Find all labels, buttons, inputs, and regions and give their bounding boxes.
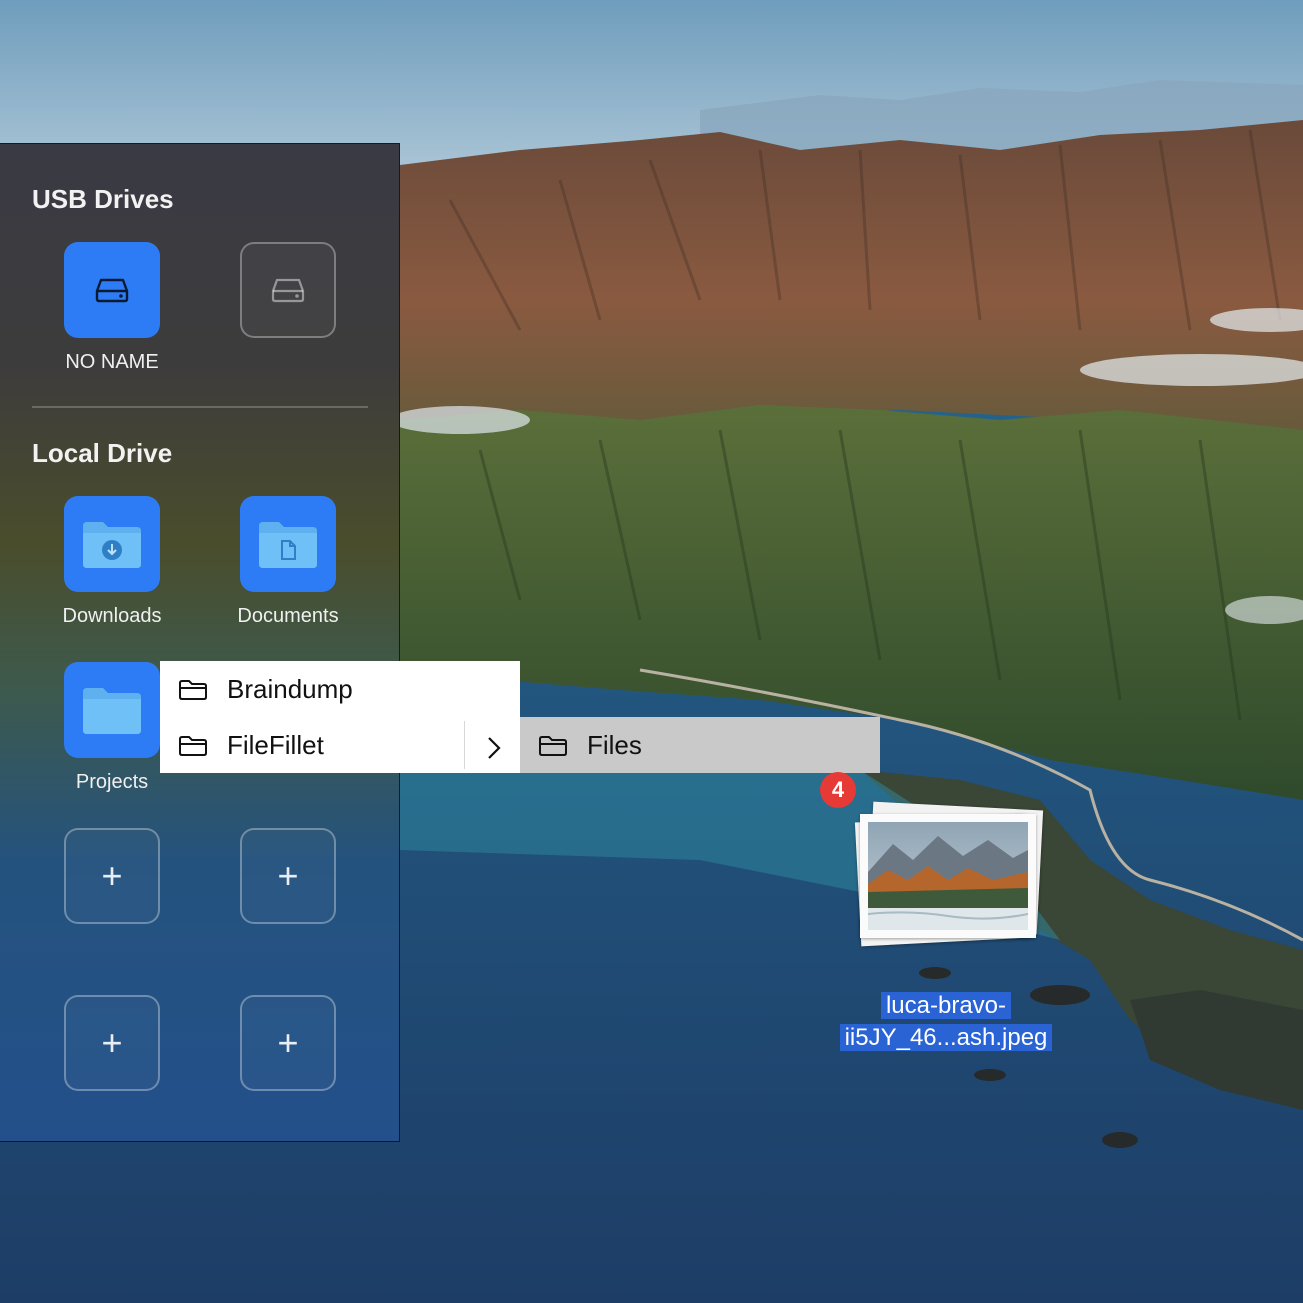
menu-item-braindump[interactable]: Braindump <box>160 661 520 717</box>
plus-icon: + <box>277 855 299 896</box>
drag-count-badge: 4 <box>820 772 856 808</box>
add-slot-button[interactable]: + <box>64 995 160 1091</box>
usb-drives-heading: USB Drives <box>32 184 174 214</box>
menu-item-label: FileFillet <box>227 730 324 760</box>
section-divider <box>32 406 368 408</box>
drive-icon <box>271 278 305 303</box>
folder-outline-icon <box>179 736 207 756</box>
projects-folder[interactable] <box>64 662 160 758</box>
menu-item-filefillet[interactable]: FileFillet <box>160 717 520 773</box>
file-name-line-1: luca-bravo- <box>880 992 1012 1019</box>
documents-folder-icon <box>259 522 317 568</box>
add-slot-button[interactable]: + <box>64 828 160 924</box>
plus-icon: + <box>101 1022 123 1063</box>
plus-icon: + <box>277 1022 299 1063</box>
projects-label: Projects <box>75 771 149 793</box>
drive-icon <box>95 278 129 303</box>
folder-outline-icon <box>539 736 567 756</box>
downloads-label: Downloads <box>62 605 162 627</box>
menu-item-label: Braindump <box>227 674 353 704</box>
file-name-line-2: ii5JY_46...ash.jpeg <box>839 1024 1053 1051</box>
submenu-item-label: Files <box>587 730 642 760</box>
folder-outline-icon <box>179 680 207 700</box>
menu-separator <box>464 721 465 769</box>
file-thumbnail <box>860 814 1036 938</box>
add-slot-button[interactable]: + <box>240 828 336 924</box>
downloads-folder[interactable] <box>64 496 160 592</box>
folder-icon <box>83 688 141 734</box>
submenu-item-files[interactable]: Files <box>520 717 880 773</box>
documents-label: Documents <box>237 605 339 627</box>
documents-folder[interactable] <box>240 496 336 592</box>
usb-drive-empty[interactable] <box>240 242 336 338</box>
dragged-file-stack[interactable] <box>854 801 1046 947</box>
usb-drive-no-name[interactable] <box>64 242 160 338</box>
local-drive-heading: Local Drive <box>32 438 173 468</box>
usb-drive-label: NO NAME <box>65 351 159 373</box>
plus-icon: + <box>101 855 123 896</box>
add-slot-button[interactable]: + <box>240 995 336 1091</box>
drives-panel: USB Drives NO NAME Local Drive Downloads <box>0 143 400 1142</box>
photo-thumbnail-icon <box>868 822 1028 930</box>
folder-context-menu: Braindump FileFillet <box>160 661 520 773</box>
downloads-folder-icon <box>83 522 141 568</box>
dragged-file-name: luca-bravo- ii5JY_46...ash.jpeg <box>826 990 1066 1054</box>
chevron-right-icon[interactable] <box>484 735 504 761</box>
